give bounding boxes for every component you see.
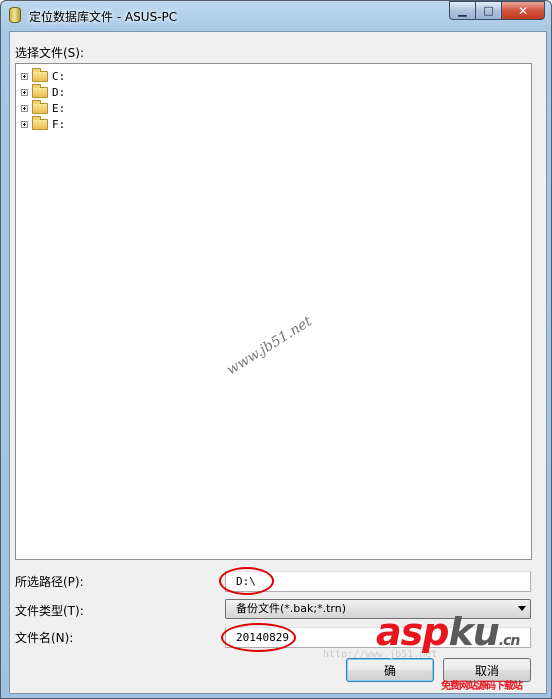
dialog-client-area: 选择文件(S): C: D: E: F: www.jb51.net 所选路径(P… [9,31,547,694]
tree-item-label: C: [52,69,66,83]
title-bar[interactable]: 定位数据库文件 - ASUS-PC ▁ □ ✕ [1,1,551,31]
selected-path-label: 所选路径(P): [15,575,84,589]
tree-item-label: D: [52,85,66,99]
filename-annotation-circle [221,623,296,652]
folder-icon [32,99,48,114]
logo-tagline: 免费网站源码下载站 [441,681,523,692]
ok-button-label: 确 [383,663,396,678]
ok-button[interactable]: 确 [346,658,434,682]
file-name-label: 文件名(N): [15,631,74,645]
maximize-button[interactable]: □ [475,1,501,20]
tree-item-f[interactable]: F: [21,115,66,132]
expand-icon[interactable] [21,88,28,96]
path-annotation-circle [219,567,274,595]
database-icon [9,7,21,23]
tree-item-label: E: [52,101,66,115]
expand-icon[interactable] [21,72,28,80]
minimize-button[interactable]: ▁ [449,1,475,20]
chevron-down-icon [518,606,526,611]
logo-suffix: .cn [498,633,521,649]
close-button[interactable]: ✕ [501,1,545,20]
cancel-button-label: 取消 [474,663,499,678]
watermark-text: www.jb51.net [224,313,315,379]
tree-item-d[interactable]: D: [21,83,66,100]
select-file-label: 选择文件(S): [15,46,85,60]
tree-item-e[interactable]: E: [21,99,66,116]
minimize-icon: ▁ [458,4,467,17]
window-title: 定位数据库文件 - ASUS-PC [29,10,178,24]
logo-ku: ku [448,610,499,654]
expand-icon[interactable] [21,120,28,128]
file-type-label: 文件类型(T): [15,604,84,618]
tree-item-label: F: [52,117,66,131]
dialog-window: 定位数据库文件 - ASUS-PC ▁ □ ✕ 选择文件(S): C: D: E… [0,0,552,699]
folder-icon [32,83,48,98]
logo-asp: asp [376,610,449,654]
folder-icon [32,67,48,82]
site-logo: aspku.cn [376,610,521,654]
maximize-icon: □ [483,4,494,17]
close-icon: ✕ [517,3,529,18]
file-type-value: 备份文件(*.bak;*.trn) [236,602,346,615]
caption-buttons: ▁ □ ✕ [449,1,545,20]
tree-item-c[interactable]: C: [21,67,66,84]
file-tree[interactable]: C: D: E: F: www.jb51.net [15,63,532,560]
folder-icon [32,115,48,130]
expand-icon[interactable] [21,104,28,112]
